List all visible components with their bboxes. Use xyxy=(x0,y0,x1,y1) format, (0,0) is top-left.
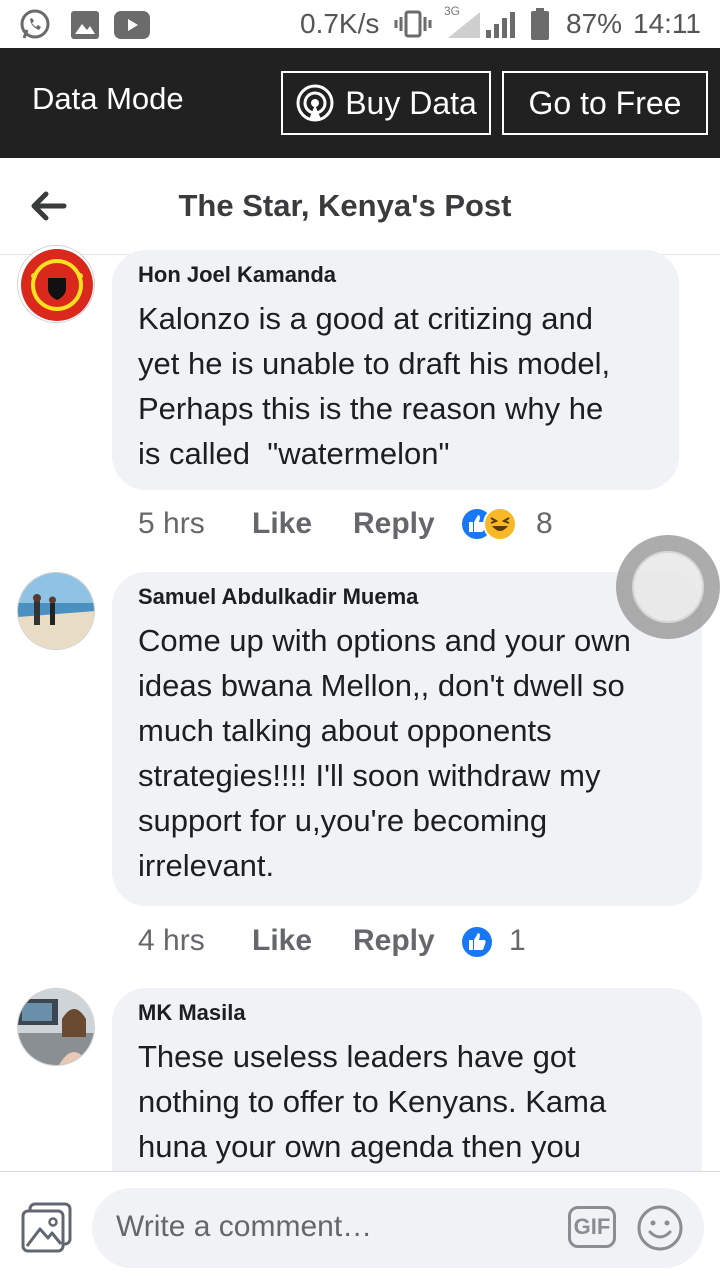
clock: 14:11 xyxy=(633,8,701,39)
comment-text: Come up with options and your own ideas … xyxy=(138,618,676,888)
gif-button[interactable]: GIF xyxy=(568,1206,616,1248)
touch-indicator-inner xyxy=(632,551,704,623)
comment-line: yet he is unable to draft his model, xyxy=(138,346,611,381)
haha-reaction-icon[interactable] xyxy=(483,507,517,541)
reply-button[interactable]: Reply xyxy=(353,507,435,541)
data-mode-bar: Data Mode Buy Data Go to Free xyxy=(0,48,720,158)
comment-line: strategies!!!! I'll soon withdraw my xyxy=(138,758,601,793)
comment-line: support for u,you're becoming xyxy=(138,803,548,838)
like-reaction-icon[interactable] xyxy=(460,925,494,959)
status-bar: 0.7K/s 3G 87% 14:11 xyxy=(0,0,720,48)
comment-time: 4 hrs xyxy=(138,924,205,957)
like-button[interactable]: Like xyxy=(252,924,312,958)
comment-bubble[interactable]: Samuel Abdulkadir Muema Come up with opt… xyxy=(112,572,702,906)
comment-line: is called "watermelon" xyxy=(138,436,450,471)
comment-time: 5 hrs xyxy=(138,507,205,540)
comment-line: ideas bwana Mellon,, don't dwell so xyxy=(138,668,625,703)
youtube-icon xyxy=(114,11,150,39)
comment-text: These useless leaders have got nothing t… xyxy=(138,1034,676,1169)
touch-indicator xyxy=(616,535,720,639)
reaction-count[interactable]: 8 xyxy=(536,507,553,541)
net-speed: 0.7K/s xyxy=(300,8,380,39)
buy-data-button[interactable]: Buy Data xyxy=(281,71,491,135)
comment-line: nothing to offer to Kenyans. Kama xyxy=(138,1084,607,1119)
comment-line: Come up with options and your own xyxy=(138,623,631,658)
broadcast-icon xyxy=(296,84,334,122)
reply-button[interactable]: Reply xyxy=(353,924,435,958)
comment-line: Kalonzo is a good at critizing and xyxy=(138,301,593,336)
like-button[interactable]: Like xyxy=(252,507,312,541)
vibrate-icon xyxy=(394,10,432,38)
office-avatar-image xyxy=(18,989,94,1065)
comment-bubble[interactable]: Hon Joel Kamanda Kalonzo is a good at cr… xyxy=(112,250,679,490)
avatar[interactable] xyxy=(17,988,95,1066)
data-mode-label: Data Mode xyxy=(32,81,184,116)
comment-composer: Write a comment… GIF xyxy=(0,1171,720,1281)
comment-line: much talking about opponents xyxy=(138,713,552,748)
beach-avatar-image xyxy=(18,573,94,649)
whatsapp-icon xyxy=(20,9,50,39)
signal-icon xyxy=(448,12,515,38)
club-crest-avatar-image xyxy=(18,246,94,322)
avatar[interactable] xyxy=(17,572,95,650)
comment-meta: 4 hrs Like Reply 1 xyxy=(138,924,698,964)
post-header: The Star, Kenya's Post xyxy=(0,158,720,255)
photo-attach-icon[interactable] xyxy=(20,1202,74,1254)
comment-line: irrelevant. xyxy=(138,848,275,883)
comment-input[interactable]: Write a comment… GIF xyxy=(92,1188,704,1268)
gif-label: GIF xyxy=(573,1214,611,1239)
gallery-icon xyxy=(71,11,99,39)
comment-line: huna your own agenda then you xyxy=(138,1129,581,1164)
comment-author[interactable]: Hon Joel Kamanda xyxy=(138,262,653,288)
buy-data-label: Buy Data xyxy=(345,84,477,121)
comment-line: These useless leaders have got xyxy=(138,1039,576,1074)
page-title: The Star, Kenya's Post xyxy=(178,188,512,223)
avatar[interactable] xyxy=(17,245,95,323)
emoji-icon[interactable] xyxy=(636,1204,684,1252)
battery-level: 87% xyxy=(566,8,623,39)
comment-author[interactable]: MK Masila xyxy=(138,1000,676,1026)
comment-text: Kalonzo is a good at critizing and yet h… xyxy=(138,296,653,476)
battery-icon xyxy=(531,8,549,40)
reaction-count[interactable]: 1 xyxy=(509,924,526,958)
comment-placeholder: Write a comment… xyxy=(116,1210,373,1243)
comment-line: Perhaps this is the reason why he xyxy=(138,391,604,426)
comment-meta: 5 hrs Like Reply 8 xyxy=(138,507,698,547)
comment-author[interactable]: Samuel Abdulkadir Muema xyxy=(138,584,676,610)
go-to-free-label: Go to Free xyxy=(528,84,682,121)
go-to-free-button[interactable]: Go to Free xyxy=(502,71,708,135)
